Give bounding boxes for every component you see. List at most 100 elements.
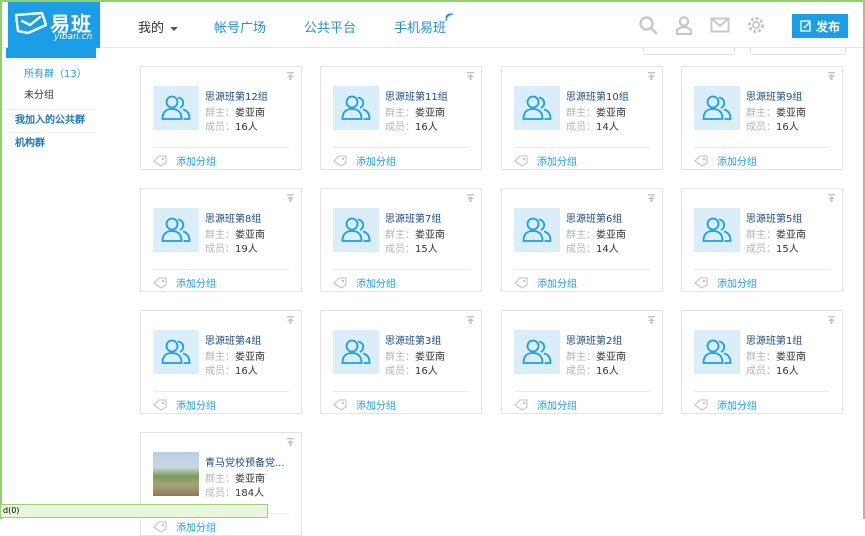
group-name[interactable]: 思源班第8组	[205, 210, 261, 225]
group-name[interactable]: 思源班第9组	[746, 88, 802, 103]
group-name[interactable]: 思源班第10组	[566, 88, 629, 103]
group-name[interactable]: 思源班第1组	[746, 332, 802, 347]
browser-status-bar: d(0)	[0, 504, 268, 518]
tag-icon	[153, 520, 167, 533]
pin-icon[interactable]	[467, 194, 474, 202]
group-card[interactable]: 思源班第3组 群主：娄亚南 成员：16人 添加分组	[320, 310, 482, 414]
add-to-group-button[interactable]: 添加分组	[333, 397, 396, 412]
pin-icon[interactable]	[828, 72, 835, 80]
group-name[interactable]: 思源班第12组	[205, 88, 268, 103]
group-card[interactable]: 思源班第10组 群主：娄亚南 成员：14人 添加分组	[501, 66, 663, 170]
group-avatar[interactable]	[694, 208, 740, 252]
group-avatar[interactable]	[514, 208, 560, 252]
add-to-group-button[interactable]: 添加分组	[153, 275, 216, 290]
group-members: 成员：16人	[205, 118, 258, 133]
nav-public-platform[interactable]: 公共平台	[304, 17, 356, 36]
group-card[interactable]: 思源班第11组 群主：娄亚南 成员：16人 添加分组	[320, 66, 482, 170]
add-to-group-button[interactable]: 添加分组	[694, 153, 757, 168]
tag-icon	[333, 154, 347, 167]
add-to-group-button[interactable]: 添加分组	[333, 275, 396, 290]
card-divider	[333, 269, 469, 270]
group-owner: 群主：娄亚南	[385, 348, 445, 363]
group-card[interactable]: 思源班第9组 群主：娄亚南 成员：16人 添加分组	[681, 66, 843, 170]
group-card[interactable]: 思源班第1组 群主：娄亚南 成员：16人 添加分组	[681, 310, 843, 414]
nav-mobile-yiban[interactable]: 手机易班	[394, 13, 454, 36]
group-avatar[interactable]	[333, 86, 379, 130]
publish-button[interactable]: 发布	[792, 14, 848, 38]
pin-icon[interactable]	[648, 316, 655, 324]
tag-icon	[333, 398, 347, 411]
sidebar-item-ungrouped[interactable]: 未分组	[24, 85, 96, 106]
tag-icon	[694, 398, 708, 411]
add-to-group-button[interactable]: 添加分组	[153, 153, 216, 168]
group-name[interactable]: 思源班第6组	[566, 210, 622, 225]
pin-icon[interactable]	[828, 194, 835, 202]
sidebar-active-header[interactable]	[6, 48, 96, 58]
group-avatar[interactable]	[153, 330, 199, 374]
group-avatar[interactable]	[514, 330, 560, 374]
group-card[interactable]: 思源班第2组 群主：娄亚南 成员：16人 添加分组	[501, 310, 663, 414]
group-card[interactable]: 思源班第8组 群主：娄亚南 成员：19人 添加分组	[140, 188, 302, 292]
group-avatar[interactable]	[694, 330, 740, 374]
pin-icon[interactable]	[287, 72, 294, 80]
yiban-logo[interactable]: 易班 yiban.cn	[8, 2, 100, 48]
pin-icon[interactable]	[287, 438, 294, 446]
pin-icon[interactable]	[648, 194, 655, 202]
group-card[interactable]: 思源班第7组 群主：娄亚南 成员：15人 添加分组	[320, 188, 482, 292]
add-to-group-button[interactable]: 添加分组	[694, 275, 757, 290]
group-name[interactable]: 思源班第11组	[385, 88, 448, 103]
group-name[interactable]: 思源班第3组	[385, 332, 441, 347]
sidebar-item-all-groups[interactable]: 所有群（13）	[24, 64, 96, 85]
add-group-label: 添加分组	[176, 279, 216, 290]
group-name[interactable]: 青马党校预备党...	[205, 454, 285, 469]
sidebar-item-org-groups[interactable]: 机构群	[6, 132, 96, 155]
pin-icon[interactable]	[467, 72, 474, 80]
group-people-icon	[702, 339, 732, 364]
add-to-group-button[interactable]: 添加分组	[153, 397, 216, 412]
add-to-group-button[interactable]: 添加分组	[153, 519, 216, 534]
nav-account-square[interactable]: 帐号广场	[214, 17, 266, 36]
group-avatar[interactable]	[333, 208, 379, 252]
card-divider	[153, 269, 289, 270]
group-avatar[interactable]	[694, 86, 740, 130]
sidebar-item-joined-public[interactable]: 我加入的公共群	[6, 109, 96, 132]
chevron-down-icon	[170, 26, 179, 31]
pin-icon[interactable]	[648, 72, 655, 80]
group-avatar[interactable]	[514, 86, 560, 130]
group-name[interactable]: 思源班第4组	[205, 332, 261, 347]
gear-icon[interactable]	[746, 15, 766, 35]
group-avatar[interactable]	[333, 330, 379, 374]
group-card[interactable]: 思源班第4组 群主：娄亚南 成员：16人 添加分组	[140, 310, 302, 414]
nav-mobile-label: 手机易班	[394, 21, 447, 36]
group-avatar[interactable]	[153, 86, 199, 130]
members-value: 184人	[235, 488, 265, 499]
search-icon[interactable]	[638, 15, 658, 35]
group-members: 成员：16人	[385, 118, 438, 133]
group-name[interactable]: 思源班第7组	[385, 210, 441, 225]
add-to-group-button[interactable]: 添加分组	[514, 153, 577, 168]
pin-icon[interactable]	[467, 316, 474, 324]
group-card[interactable]: 思源班第5组 群主：娄亚南 成员：15人 添加分组	[681, 188, 843, 292]
group-card[interactable]: 青马党校预备党... 群主：娄亚南 成员：184人 添加分组	[140, 432, 302, 536]
tag-icon	[694, 276, 708, 289]
pin-icon[interactable]	[828, 316, 835, 324]
add-to-group-button[interactable]: 添加分组	[694, 397, 757, 412]
add-to-group-button[interactable]: 添加分组	[333, 153, 396, 168]
nav-mine[interactable]: 我的	[138, 17, 179, 36]
mail-icon[interactable]	[710, 15, 730, 35]
group-name[interactable]: 思源班第5组	[746, 210, 802, 225]
group-card[interactable]: 思源班第6组 群主：娄亚南 成员：14人 添加分组	[501, 188, 663, 292]
group-people-icon	[341, 95, 371, 120]
add-group-label: 添加分组	[356, 279, 396, 290]
user-icon[interactable]	[674, 15, 694, 35]
add-to-group-button[interactable]: 添加分组	[514, 275, 577, 290]
group-name[interactable]: 思源班第2组	[566, 332, 622, 347]
group-card[interactable]: 思源班第12组 群主：娄亚南 成员：16人 添加分组	[140, 66, 302, 170]
members-label: 成员：	[205, 244, 235, 255]
group-avatar[interactable]	[153, 208, 199, 252]
pin-icon[interactable]	[287, 194, 294, 202]
group-owner: 群主：娄亚南	[385, 226, 445, 241]
pin-icon[interactable]	[287, 316, 294, 324]
add-to-group-button[interactable]: 添加分组	[514, 397, 577, 412]
group-avatar[interactable]	[153, 452, 199, 496]
